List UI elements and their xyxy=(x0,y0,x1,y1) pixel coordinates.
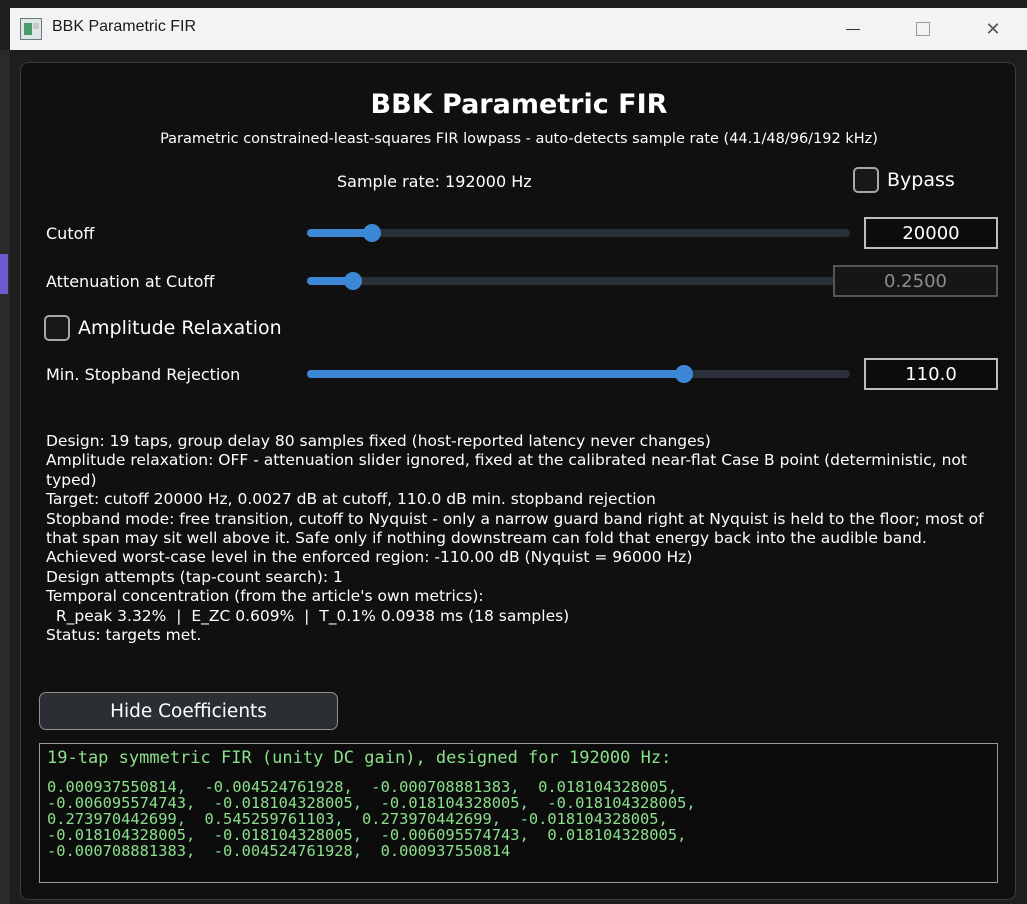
page-title: BBK Parametric FIR xyxy=(370,89,668,120)
background-accent xyxy=(0,254,8,294)
maximize-icon xyxy=(916,22,930,36)
plugin-panel: BBK Parametric FIR Parametric constraine… xyxy=(20,62,1016,900)
background-window-edge xyxy=(0,50,10,904)
design-status: Design: 19 taps, group delay 80 samples … xyxy=(46,432,991,645)
stopband-value-field[interactable]: 110.0 xyxy=(864,358,998,390)
coefficients-line: -0.006095574743, -0.018104328005, -0.018… xyxy=(47,794,696,812)
minimize-button[interactable] xyxy=(828,8,878,50)
attenuation-value-field: 0.2500 xyxy=(833,265,998,297)
cutoff-slider-thumb[interactable] xyxy=(363,224,382,242)
page-subtitle: Parametric constrained-least-squares FIR… xyxy=(160,131,878,147)
fir-app-icon xyxy=(20,18,42,40)
minimize-icon xyxy=(846,28,860,30)
attenuation-slider-thumb[interactable] xyxy=(344,272,363,290)
status-line: Design attempts (tap-count search): 1 xyxy=(46,567,343,586)
coefficients-line: -0.000708881383, -0.004524761928, 0.0009… xyxy=(47,842,511,860)
coefficients-line: 0.000937550814, -0.004524761928, -0.0007… xyxy=(47,778,678,796)
maximize-button[interactable] xyxy=(898,8,948,50)
stopband-slider[interactable] xyxy=(307,365,850,383)
window-title: BBK Parametric FIR xyxy=(52,18,197,35)
bypass-checkbox[interactable] xyxy=(853,167,879,193)
window-titlebar[interactable]: BBK Parametric FIR ✕ xyxy=(10,8,1027,50)
cutoff-value-field[interactable]: 20000 xyxy=(864,217,998,249)
status-line: Status: targets met. xyxy=(46,626,202,645)
status-line: Stopband mode: free transition, cutoff t… xyxy=(46,509,984,548)
hide-coefficients-button[interactable]: Hide Coefficients xyxy=(39,692,338,730)
sample-rate-label: Sample rate: 192000 Hz xyxy=(337,172,532,191)
amplitude-relaxation-label: Amplitude Relaxation xyxy=(78,317,282,339)
status-line: Achieved worst-case level in the enforce… xyxy=(46,548,693,567)
cutoff-slider[interactable] xyxy=(307,224,850,242)
stopband-slider-fill xyxy=(307,370,685,378)
stopband-slider-thumb[interactable] xyxy=(675,365,694,383)
coefficients-header: 19-tap symmetric FIR (unity DC gain), de… xyxy=(47,748,672,768)
bypass-label: Bypass xyxy=(887,169,955,191)
attenuation-label: Attenuation at Cutoff xyxy=(46,272,215,291)
coefficients-textbox[interactable]: 19-tap symmetric FIR (unity DC gain), de… xyxy=(39,743,998,883)
amplitude-relaxation-checkbox[interactable] xyxy=(44,315,70,341)
close-button[interactable]: ✕ xyxy=(968,8,1018,50)
close-icon: ✕ xyxy=(985,18,1001,40)
cutoff-label: Cutoff xyxy=(46,224,95,243)
status-line: Amplitude relaxation: OFF - attenuation … xyxy=(46,451,967,489)
attenuation-slider[interactable] xyxy=(307,272,850,290)
status-line: Design: 19 taps, group delay 80 samples … xyxy=(46,432,711,450)
status-line: R_peak 3.32% | E_ZC 0.609% | T_0.1% 0.09… xyxy=(46,606,570,625)
stopband-label: Min. Stopband Rejection xyxy=(46,365,241,384)
coefficients-line: -0.018104328005, -0.018104328005, -0.006… xyxy=(47,826,687,844)
status-line: Temporal concentration (from the article… xyxy=(46,587,484,606)
status-line: Target: cutoff 20000 Hz, 0.0027 dB at cu… xyxy=(46,490,656,509)
coefficients-line: 0.273970442699, 0.545259761103, 0.273970… xyxy=(47,810,668,828)
